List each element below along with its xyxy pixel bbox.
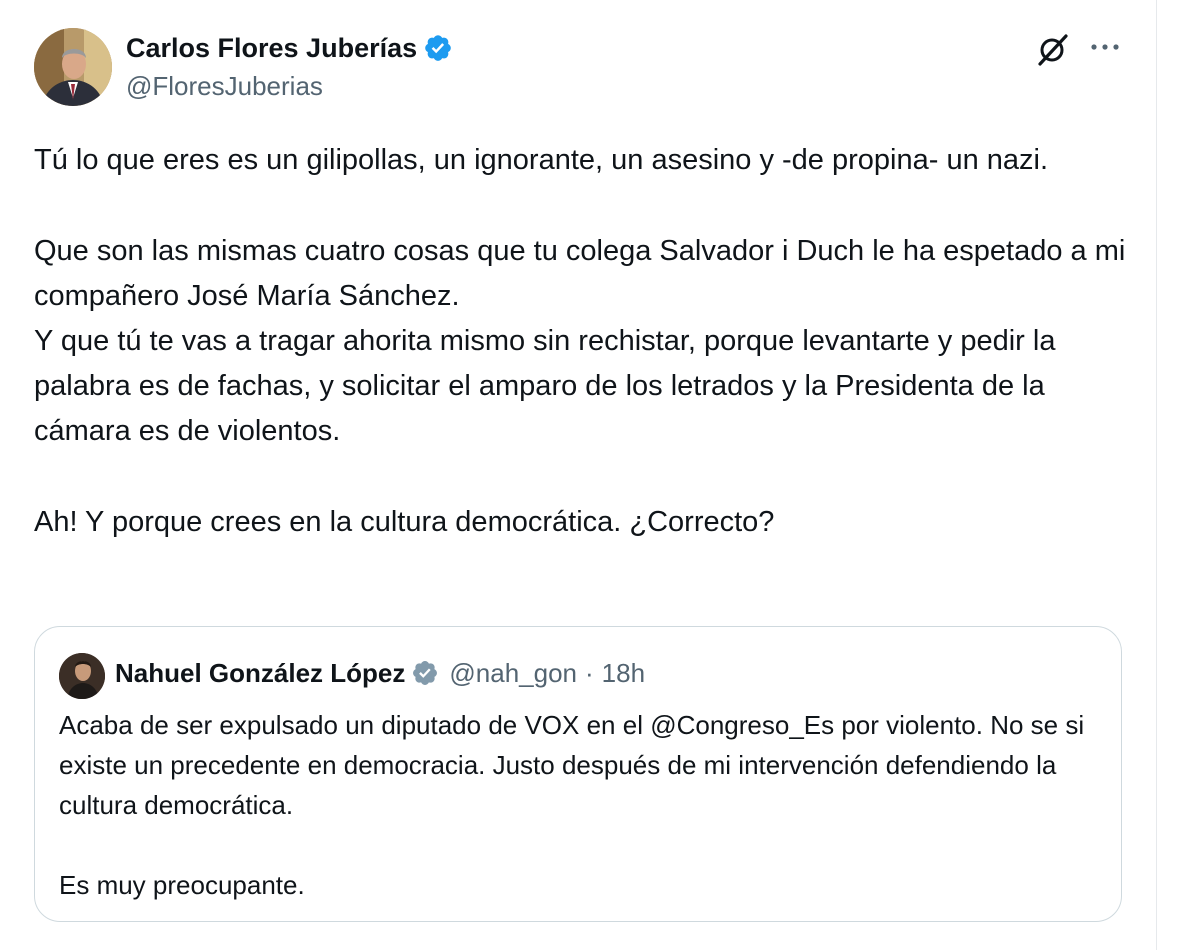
verified-badge-icon[interactable] (423, 33, 453, 63)
author-handle[interactable]: @FloresJuberias (126, 71, 323, 102)
more-icon[interactable] (1088, 40, 1122, 54)
quoted-tweet-timestamp[interactable]: 18h (602, 658, 645, 689)
tweet-text: Tú lo que eres es un gilipollas, un igno… (34, 138, 1134, 545)
verified-badge-icon[interactable] (411, 659, 439, 687)
tweet-paragraph: Que son las mismas cuatro cosas que tu c… (34, 235, 1126, 312)
author-name[interactable]: Carlos Flores Juberías (126, 33, 417, 64)
separator-dot: · (585, 657, 594, 688)
column-divider (1156, 0, 1157, 950)
avatar-image (34, 28, 112, 106)
author-avatar[interactable] (34, 28, 112, 106)
quoted-tweet-paragraph: Acaba de ser expulsado un diputado de VO… (59, 710, 1085, 820)
quoted-tweet-paragraph: Es muy preocupante. (59, 870, 305, 900)
quoted-tweet-card[interactable]: Nahuel González López @nah_gon · 18h Aca… (34, 626, 1122, 922)
tweet-paragraph: Ah! Y porque crees en la cultura democrá… (34, 506, 775, 538)
tweet-paragraph: Tú lo que eres es un gilipollas, un igno… (34, 144, 1049, 176)
quoted-tweet-text: Acaba de ser expulsado un diputado de VO… (59, 705, 1099, 905)
tweet-paragraph: Y que tú te vas a tragar ahorita mismo s… (34, 325, 1056, 447)
quoted-author-name[interactable]: Nahuel González López (115, 658, 405, 689)
quoted-author-handle[interactable]: @nah_gon (449, 658, 577, 689)
quoted-avatar-image (59, 653, 105, 699)
grok-icon[interactable] (1034, 30, 1072, 68)
tweet: Carlos Flores Juberías @FloresJuberias T… (0, 0, 1156, 950)
quoted-tweet-header: Nahuel González López @nah_gon · 18h (115, 655, 645, 691)
author-name-row: Carlos Flores Juberías (126, 30, 453, 66)
quoted-author-avatar[interactable] (59, 653, 105, 699)
